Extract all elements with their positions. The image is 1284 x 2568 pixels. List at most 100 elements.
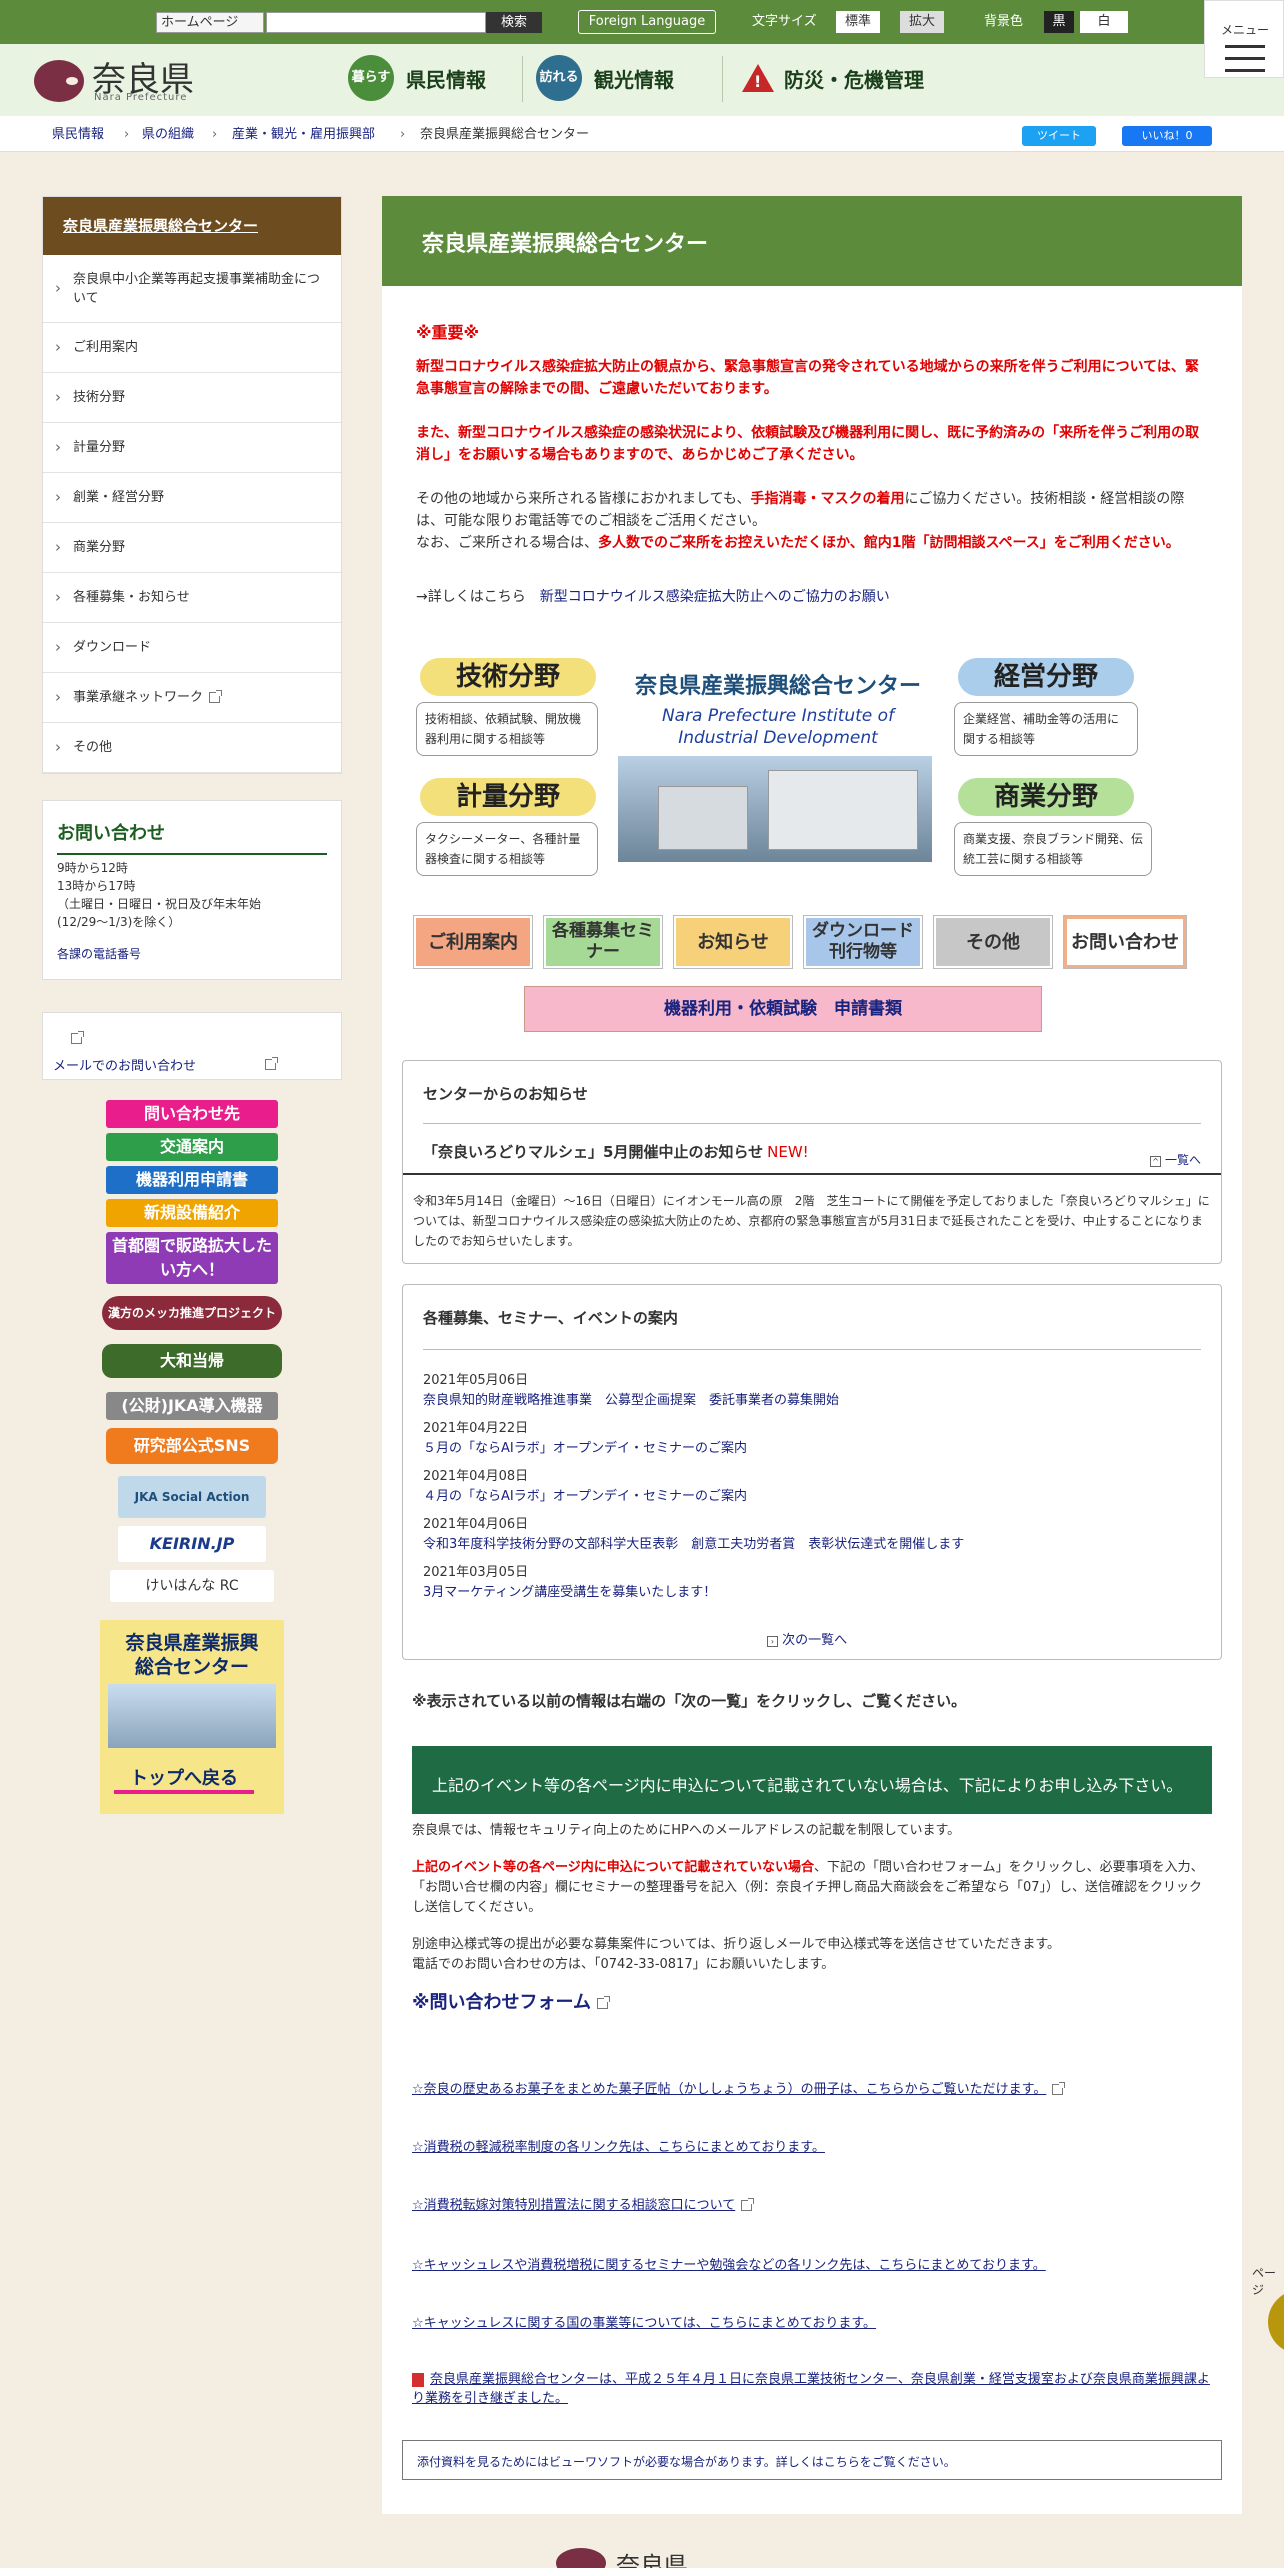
bg-white-button[interactable]: 白 [1080, 11, 1128, 33]
sidebar-item-startup[interactable]: 創業・経営分野 [43, 473, 341, 523]
event-link[interactable]: 奈良県知的財産戦略推進事業 公募型企画提案 委託事業者の募集開始 [423, 1393, 839, 1408]
menu-button[interactable]: メニュー [1204, 0, 1284, 78]
nav-tourism-info[interactable]: 観光情報 [594, 64, 674, 93]
news-item-link[interactable]: 「奈良いろどりマルシェ」5月開催中止のお知らせ [423, 1143, 763, 1161]
banner-yamato-touki[interactable]: 大和当帰 [102, 1344, 282, 1378]
nav-disaster-info[interactable]: 防災・危機管理 [784, 64, 924, 93]
link-text[interactable]: ☆消費税転嫁対策特別措置法に関する相談窓口について [412, 2198, 735, 2213]
banner-market-expansion[interactable]: 首都圏で販路拡大したい方へ！ [106, 1232, 278, 1284]
sidebar-item-commerce[interactable]: 商業分野 [43, 523, 341, 573]
next-list-link[interactable]: 次の一覧へ [782, 1633, 847, 1648]
event-item: 2021年03月05日 3月マーケティング講座受講生を募集いたします！ [423, 1563, 716, 1603]
quicknav-contact[interactable]: お問い合わせ [1064, 916, 1186, 968]
banner-research-sns[interactable]: 研究部公式SNS [106, 1428, 278, 1464]
phone-list-link[interactable]: 各課の電話番号 [57, 947, 141, 961]
event-link[interactable]: 令和3年度科学技術分野の文部科学大臣表彰 創意工夫功労者賞 表彰状伝達式を開催し… [423, 1537, 964, 1552]
sidebar-item-download[interactable]: ダウンロード [43, 623, 341, 673]
link-text[interactable]: ☆キャッシュレスや消費税増税に関するセミナーや勉強会などの各リンク先は、こちらに… [412, 2258, 1046, 2273]
nav-resident-info[interactable]: 県民情報 [406, 64, 486, 93]
chevron-right-icon: › [767, 1636, 778, 1647]
form-note: 別途申込様式等の提出が必要な募集案件については、折り返しメールで申込様式等を送信… [412, 1937, 1061, 1952]
covid-cooperation-link[interactable]: 新型コロナウイルス感染症拡大防止へのご協力のお願い [540, 589, 890, 605]
field-mgmt-desc: 企業経営、補助金等の活用に関する相談等 [954, 702, 1138, 756]
tweet-button[interactable]: ツイート [1022, 126, 1096, 146]
application-notice-banner: 上記のイベント等の各ページ内に申込について記載されていない場合は、下記によりお申… [412, 1746, 1212, 1814]
footer-logo: 奈良県 [616, 2552, 688, 2568]
banner-jka-social-action[interactable]: JKA Social Action [118, 1476, 266, 1518]
breadcrumb-item[interactable]: 県民情報 [52, 126, 104, 144]
external-link-icon [209, 690, 223, 703]
events-title: 各種募集、セミナー、イベントの案内 [423, 1309, 678, 1327]
facebook-like-button[interactable]: いいね！0 [1122, 126, 1212, 146]
foreign-language-button[interactable]: Foreign Language [578, 10, 716, 34]
bg-color-label: 背景色 [984, 14, 1024, 29]
news-title: センターからのお知らせ [423, 1085, 588, 1103]
event-item: 2021年05月06日 奈良県知的財産戦略推進事業 公募型企画提案 委託事業者の… [423, 1371, 839, 1411]
chevron-up-icon: ^ [1150, 1156, 1162, 1167]
banner-jka-equipment[interactable]: (公財)JKA導入機器 [106, 1392, 278, 1420]
notice-text: その他の地域から来所される皆様におかれましても、 [416, 491, 751, 507]
sidebar-item-succession[interactable]: 事業承継ネットワーク [43, 673, 341, 723]
link-tax-consult: ☆消費税転嫁対策特別措置法に関する相談窓口について [412, 2194, 755, 2213]
event-link[interactable]: 3月マーケティング講座受講生を募集いたします！ [423, 1585, 716, 1600]
font-large-button[interactable]: 拡大 [900, 11, 944, 33]
field-tech-desc: 技術相談、依頼試験、開放機器利用に関する相談等 [416, 702, 598, 756]
viewer-note-link[interactable]: 添付資料を見るためにはビューワソフトが必要な場合があります。詳しくはこちらをご覧… [417, 2455, 956, 2469]
banner-keirin[interactable]: KEIRIN.JP [118, 1526, 266, 1562]
external-link-icon [741, 2198, 755, 2211]
site-select[interactable]: ホームページ [156, 12, 264, 33]
chevron-right-icon: › [124, 127, 130, 142]
application-forms-button[interactable]: 機器利用・依頼試験 申請書類 [524, 986, 1042, 1032]
breadcrumb-item[interactable]: 県の組織 [142, 126, 194, 144]
chevron-right-icon: › [212, 127, 218, 142]
link-text[interactable]: ☆奈良の歴史あるお菓子をまとめた菓子匠帖（かししょうちょう）の冊子は、こちらから… [412, 2082, 1046, 2097]
sidebar-item-label: 奈良県中小企業等再起支援事業補助金について [73, 271, 321, 306]
sidebar-item-tech[interactable]: 技術分野 [43, 373, 341, 423]
sidebar-item-other[interactable]: その他 [43, 723, 341, 773]
sidebar-item-notices[interactable]: 各種募集・お知らせ [43, 573, 341, 623]
sidebar-item-label: 計量分野 [73, 440, 126, 455]
quicknav-news[interactable]: お知らせ [674, 916, 792, 968]
quicknav-seminar[interactable]: 各種募集セミナー [544, 916, 662, 968]
event-link[interactable]: ５月の「ならAIラボ」オープンデイ・セミナーのご案内 [423, 1441, 747, 1456]
sidebar-item-usage[interactable]: ご利用案内 [43, 323, 341, 373]
banner-kampo-project[interactable]: 漢方のメッカ推進プロジェクト [102, 1296, 282, 1330]
warning-icon-mark: ! [754, 72, 762, 91]
quicknav-usage[interactable]: ご利用案内 [414, 916, 532, 968]
banner-contact[interactable]: 問い合わせ先 [106, 1100, 278, 1128]
banner-new-equipment[interactable]: 新規設備紹介 [106, 1199, 278, 1227]
sidebar-item-measurement[interactable]: 計量分野 [43, 423, 341, 473]
search-button[interactable]: 検索 [486, 12, 542, 33]
living-icon: 暮らす [348, 55, 394, 101]
back-to-top-banner[interactable]: 奈良県産業振興 総合センター トップへ戻る [100, 1620, 284, 1814]
logo-deer-mark [66, 77, 78, 85]
top-utility-bar: ホームページ 検索 Foreign Language 文字サイズ 標準 拡大 背… [0, 0, 1284, 44]
sidebar-item-subsidy[interactable]: 奈良県中小企業等再起支援事業補助金について [43, 255, 341, 323]
link-text[interactable]: ☆キャッシュレスに関する国の事業等については、こちらにまとめております。 [412, 2316, 876, 2331]
quicknav-download[interactable]: ダウンロード刊行物等 [804, 916, 922, 968]
inquiry-form-link[interactable]: ※問い合わせフォーム [412, 1992, 591, 2013]
breadcrumb-item[interactable]: 産業・観光・雇用振興部 [232, 126, 375, 144]
link-text[interactable]: ☆消費税の軽減税率制度の各リンク先は、こちらにまとめております。 [412, 2140, 825, 2155]
sidebar-title[interactable]: 奈良県産業振興総合センター [43, 197, 341, 255]
news-list-link-text[interactable]: 一覧へ [1165, 1153, 1201, 1167]
banner-equipment-application[interactable]: 機器利用申請書 [106, 1166, 278, 1194]
page-top-button[interactable] [1268, 2290, 1284, 2354]
link-text[interactable]: 奈良県産業振興総合センターは、平成２５年４月１日に奈良県工業技術センター、奈良県… [412, 2372, 1210, 2406]
field-tech-title[interactable]: 技術分野 [420, 658, 596, 696]
field-mgmt-title[interactable]: 経営分野 [958, 658, 1134, 696]
inquiry-form-row: ※問い合わせフォーム [412, 1992, 610, 2014]
field-meas-title[interactable]: 計量分野 [420, 778, 596, 816]
field-comm-title[interactable]: 商業分野 [958, 778, 1134, 816]
chevron-right-icon: › [400, 127, 406, 142]
font-standard-button[interactable]: 標準 [836, 11, 880, 33]
quicknav-other[interactable]: その他 [934, 916, 1052, 968]
event-link[interactable]: ４月の「ならAIラボ」オープンデイ・セミナーのご案内 [423, 1489, 747, 1504]
bg-black-button[interactable]: 黒 [1044, 11, 1074, 33]
search-input[interactable] [266, 12, 486, 33]
banner-access[interactable]: 交通案内 [106, 1133, 278, 1161]
font-size-label: 文字サイズ [752, 14, 817, 29]
mail-contact-link[interactable]: メールでのお問い合わせ [53, 1055, 196, 1074]
banner-keihanna[interactable]: けいはんな RC [110, 1570, 274, 1602]
breadcrumb-current: 奈良県産業振興総合センター [420, 127, 590, 142]
